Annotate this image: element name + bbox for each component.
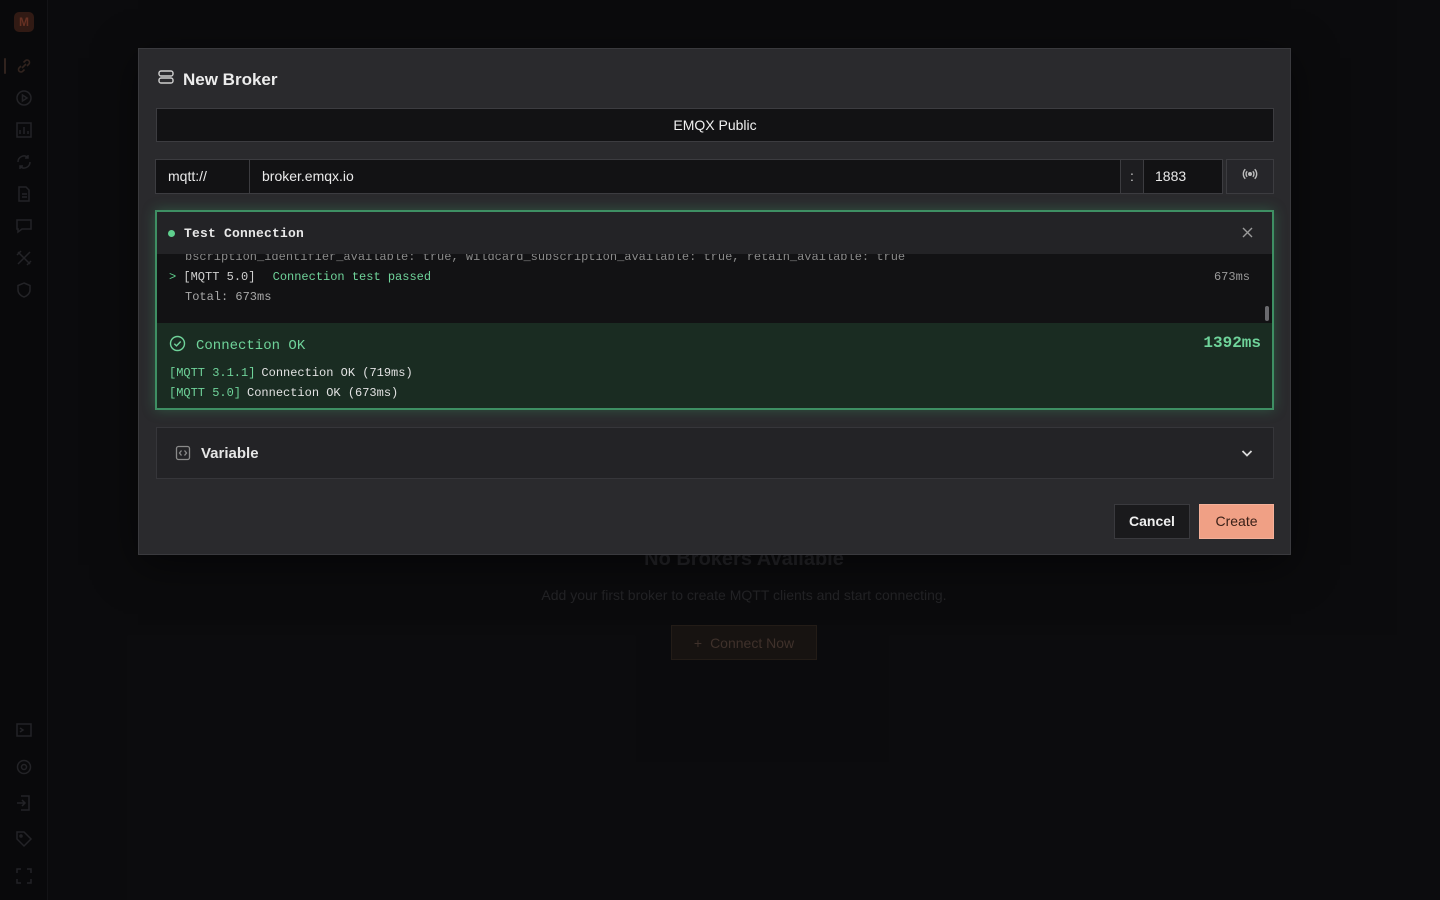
close-icon[interactable] — [1241, 226, 1254, 239]
dialog-title: New Broker — [157, 68, 277, 91]
cancel-button[interactable]: Cancel — [1114, 504, 1190, 539]
test-log[interactable]: bscription_identifier_available: true, w… — [157, 254, 1272, 323]
protocol-select[interactable]: mqtt:// — [155, 159, 250, 194]
result-title: Connection OK — [196, 338, 306, 354]
create-button[interactable]: Create — [1199, 504, 1274, 539]
broker-url-row: mqtt:// broker.emqx.io : 1883 — [155, 159, 1274, 194]
test-connection-header: Test Connection — [157, 212, 1272, 254]
port-separator: : — [1121, 159, 1144, 194]
result-line: [MQTT 3.1.1] Connection OK (719ms) — [169, 366, 413, 380]
host-input[interactable]: broker.emqx.io — [250, 159, 1121, 194]
log-arrow: > — [169, 270, 177, 284]
variable-section-toggle[interactable]: Variable — [156, 427, 1274, 479]
dialog-title-text: New Broker — [183, 69, 278, 89]
broker-name-input[interactable]: EMQX Public — [156, 108, 1274, 142]
log-time: 673ms — [1213, 270, 1250, 284]
chevron-down-icon — [1239, 445, 1255, 461]
result-total-time: 1392ms — [1203, 334, 1261, 352]
connection-result: Connection OK 1392ms [MQTT 3.1.1] Connect… — [157, 323, 1272, 408]
log-total: Total: 673ms — [185, 290, 272, 304]
result-header: Connection OK — [169, 335, 305, 357]
test-connection-button[interactable] — [1226, 159, 1274, 194]
code-icon — [175, 445, 191, 461]
result-tag: [MQTT 5.0] — [169, 386, 242, 400]
new-broker-dialog: New Broker EMQX Public mqtt:// broker.em… — [138, 48, 1291, 555]
log-message: Connection test passed — [272, 270, 432, 284]
status-dot — [168, 229, 175, 237]
result-text: Connection OK (673ms) — [247, 386, 399, 400]
log-line-result: > [MQTT 5.0] Connection test passed — [169, 270, 431, 284]
server-icon — [157, 68, 175, 91]
result-text: Connection OK (719ms) — [261, 366, 413, 380]
result-tag: [MQTT 3.1.1] — [169, 366, 256, 380]
test-connection-panel: Test Connection bscription_identifier_av… — [155, 210, 1274, 410]
log-line-truncated: bscription_identifier_available: true, w… — [185, 254, 906, 264]
result-line: [MQTT 5.0] Connection OK (673ms) — [169, 386, 398, 400]
log-tag: [MQTT 5.0] — [183, 270, 256, 284]
broadcast-icon — [1242, 166, 1258, 187]
variable-label: Variable — [201, 444, 259, 462]
port-input[interactable]: 1883 — [1144, 159, 1223, 194]
check-circle-icon — [169, 335, 186, 357]
log-scrollbar[interactable] — [1265, 306, 1269, 321]
test-connection-title: Test Connection — [184, 225, 305, 241]
